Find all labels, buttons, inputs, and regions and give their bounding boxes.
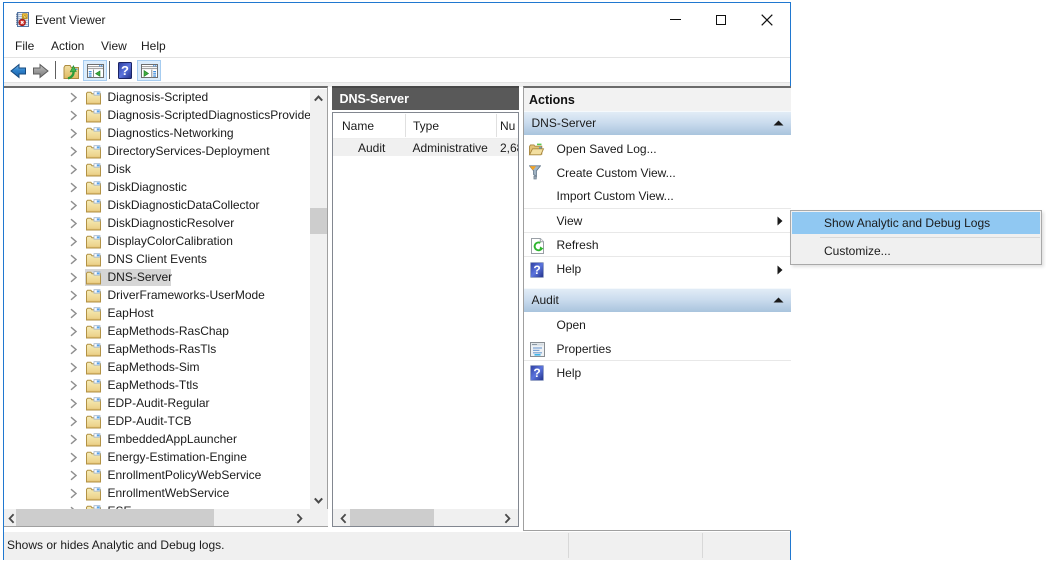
svg-text:?: ? bbox=[533, 366, 540, 380]
svg-text:?: ? bbox=[121, 63, 129, 78]
svg-text:?: ? bbox=[533, 263, 540, 277]
